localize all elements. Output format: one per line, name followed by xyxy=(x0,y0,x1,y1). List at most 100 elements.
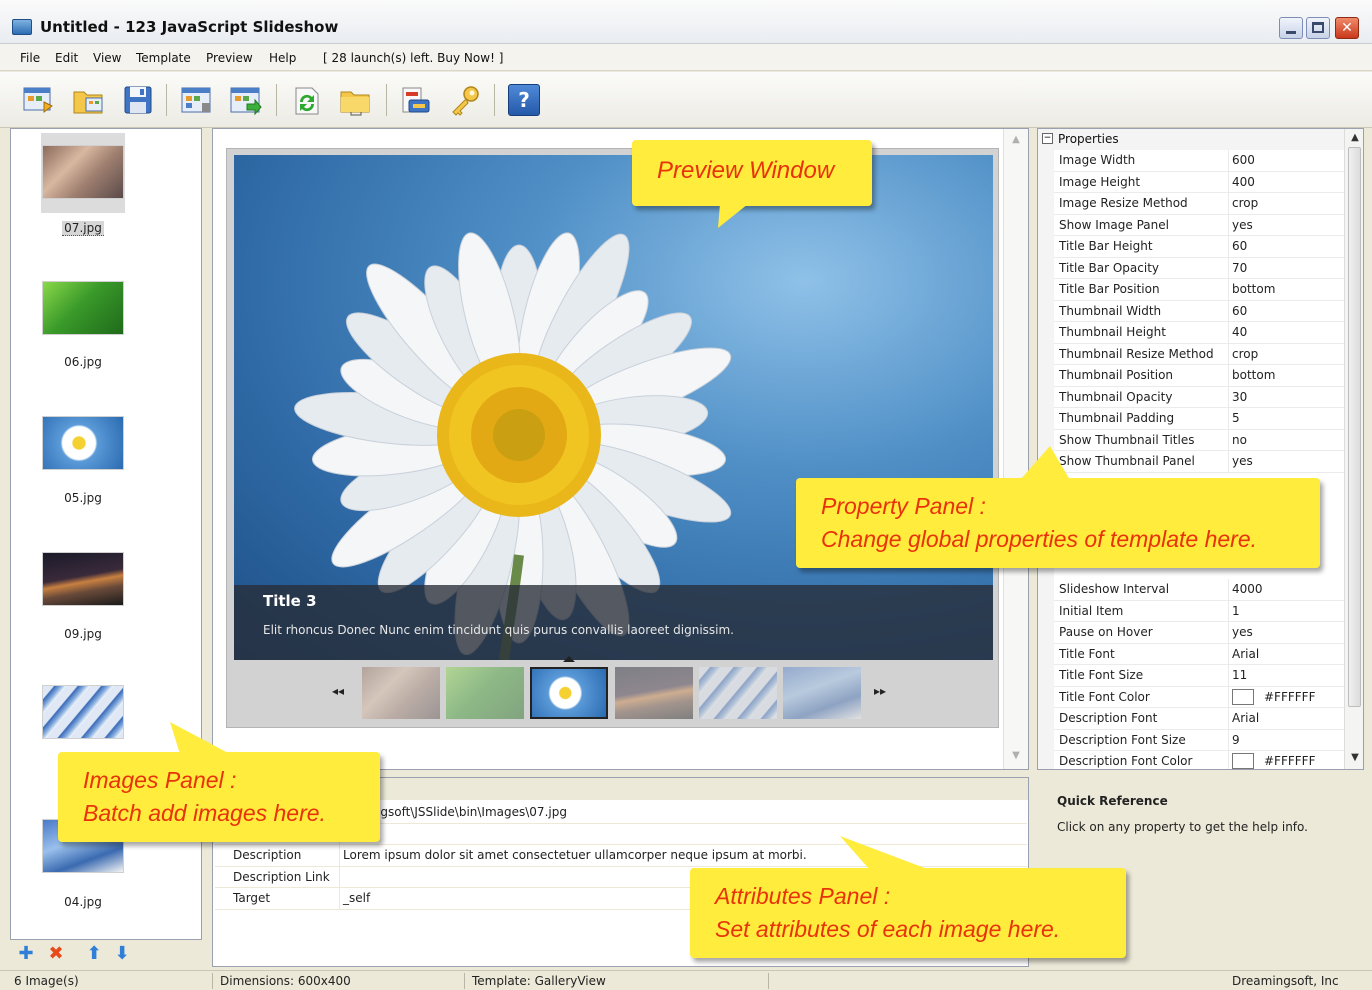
refresh-button[interactable] xyxy=(288,81,326,119)
property-value[interactable]: 30 xyxy=(1232,390,1247,404)
property-value[interactable]: 5 xyxy=(1232,411,1240,425)
property-value[interactable]: 60 xyxy=(1232,239,1247,253)
property-value[interactable]: yes xyxy=(1232,454,1253,468)
attribute-value[interactable]: Lorem ipsum dolor sit amet consectetuer … xyxy=(343,848,807,862)
color-swatch[interactable] xyxy=(1232,688,1254,705)
strip-thumbnail[interactable] xyxy=(699,667,777,719)
menu-help[interactable]: Help xyxy=(269,51,296,65)
menu-file[interactable]: File xyxy=(20,51,40,65)
properties-scrollbar[interactable]: ▲ ▼ xyxy=(1344,129,1363,769)
property-row[interactable]: Title Font Color #FFFFFF xyxy=(1054,686,1344,708)
slide-image[interactable]: Title 3 Elit rhoncus Donec Nunc enim tin… xyxy=(234,155,993,660)
color-swatch[interactable] xyxy=(1232,753,1254,769)
minimize-button[interactable] xyxy=(1279,17,1303,39)
property-row[interactable]: Initial Item 1 xyxy=(1054,600,1344,622)
property-row[interactable]: Thumbnail Height 40 xyxy=(1054,322,1344,344)
help-button[interactable]: ? xyxy=(505,81,543,119)
toolbar-separator xyxy=(386,84,387,116)
property-value[interactable]: 60 xyxy=(1232,304,1247,318)
property-value[interactable]: #FFFFFF xyxy=(1264,754,1315,768)
menu-template[interactable]: Template xyxy=(136,51,191,65)
property-row[interactable]: Image Width 600 xyxy=(1054,150,1344,172)
publish-button[interactable] xyxy=(397,81,435,119)
scrollbar-thumb[interactable] xyxy=(1348,147,1361,707)
strip-thumbnail[interactable] xyxy=(615,667,693,719)
property-value[interactable]: 1 xyxy=(1232,604,1240,618)
property-value[interactable]: 40 xyxy=(1232,325,1247,339)
image-list-item[interactable]: 09.jpg xyxy=(11,543,201,673)
property-row[interactable]: Slideshow Interval 4000 xyxy=(1054,579,1344,601)
thumbnail-strip: ◂◂ ▸▸ xyxy=(234,656,993,724)
property-row[interactable]: Title Font Size 11 xyxy=(1054,665,1344,687)
property-row[interactable]: Pause on Hover yes xyxy=(1054,622,1344,644)
property-value[interactable]: crop xyxy=(1232,196,1258,210)
slide-description: Elit rhoncus Donec Nunc enim tincidunt q… xyxy=(263,623,734,637)
property-row[interactable]: Title Bar Position bottom xyxy=(1054,279,1344,301)
property-value[interactable]: 9 xyxy=(1232,733,1240,747)
next-thumbnails-icon[interactable]: ▸▸ xyxy=(874,684,886,698)
property-value[interactable]: 11 xyxy=(1232,668,1247,682)
menu-preview[interactable]: Preview xyxy=(206,51,253,65)
property-value[interactable]: bottom xyxy=(1232,282,1275,296)
scroll-up-icon[interactable]: ▲ xyxy=(1009,133,1023,147)
property-row[interactable]: Description Font Color #FFFFFF xyxy=(1054,751,1344,769)
save-project-button[interactable] xyxy=(119,81,157,119)
property-value[interactable]: crop xyxy=(1232,347,1258,361)
close-button[interactable]: ✕ xyxy=(1335,17,1359,39)
property-value[interactable]: Arial xyxy=(1232,647,1259,661)
property-row[interactable]: Image Resize Method crop xyxy=(1054,193,1344,215)
collapse-icon[interactable]: − xyxy=(1042,133,1053,144)
new-project-button[interactable] xyxy=(20,81,58,119)
property-value[interactable]: yes xyxy=(1232,218,1253,232)
image-list-item[interactable]: 06.jpg xyxy=(11,271,201,401)
properties-header[interactable]: − Properties xyxy=(1038,129,1344,150)
property-row[interactable]: Title Font Arial xyxy=(1054,643,1344,665)
property-row[interactable]: Thumbnail Position bottom xyxy=(1054,365,1344,387)
property-row[interactable]: Title Bar Height 60 xyxy=(1054,236,1344,258)
property-value[interactable]: #FFFFFF xyxy=(1264,690,1315,704)
maximize-button[interactable] xyxy=(1306,17,1330,39)
property-row[interactable]: Description Font Size 9 xyxy=(1054,729,1344,751)
scroll-up-icon[interactable]: ▲ xyxy=(1348,131,1362,145)
property-row[interactable]: Show Image Panel yes xyxy=(1054,214,1344,236)
template-button[interactable] xyxy=(178,81,216,119)
property-row[interactable]: Description Font Arial xyxy=(1054,708,1344,730)
strip-thumbnail[interactable] xyxy=(446,667,524,719)
property-value[interactable]: bottom xyxy=(1232,368,1275,382)
delete-image-button[interactable]: ✖ xyxy=(46,944,66,964)
scroll-down-icon[interactable]: ▼ xyxy=(1009,749,1023,763)
property-row[interactable]: Show Thumbnail Titles no xyxy=(1054,429,1344,451)
output-folder-button[interactable] xyxy=(337,81,375,119)
open-project-button[interactable] xyxy=(70,81,108,119)
property-row[interactable]: Thumbnail Padding 5 xyxy=(1054,408,1344,430)
property-row[interactable]: Thumbnail Opacity 30 xyxy=(1054,386,1344,408)
property-value[interactable]: Arial xyxy=(1232,711,1259,725)
move-up-button[interactable]: ⬆ xyxy=(84,944,104,964)
move-down-button[interactable]: ⬇ xyxy=(112,944,132,964)
property-value[interactable]: 4000 xyxy=(1232,582,1263,596)
export-button[interactable] xyxy=(227,81,265,119)
property-value[interactable]: 400 xyxy=(1232,175,1255,189)
property-value[interactable]: 70 xyxy=(1232,261,1247,275)
strip-thumbnail-active[interactable] xyxy=(530,667,608,719)
property-row[interactable]: Title Bar Opacity 70 xyxy=(1054,257,1344,279)
property-value[interactable]: no xyxy=(1232,433,1247,447)
menu-view[interactable]: View xyxy=(93,51,121,65)
property-row[interactable]: Thumbnail Resize Method crop xyxy=(1054,343,1344,365)
strip-thumbnail[interactable] xyxy=(362,667,440,719)
image-list-item[interactable]: 07.jpg xyxy=(11,133,201,265)
property-row[interactable]: Image Height 400 xyxy=(1054,171,1344,193)
register-button[interactable] xyxy=(446,81,484,119)
buy-now-link[interactable]: [ 28 launch(s) left. Buy Now! ] xyxy=(323,51,503,65)
property-value[interactable]: 600 xyxy=(1232,153,1255,167)
strip-thumbnail[interactable] xyxy=(783,667,861,719)
add-image-button[interactable]: ✚ xyxy=(16,944,36,964)
scroll-down-icon[interactable]: ▼ xyxy=(1348,751,1362,765)
previous-thumbnails-icon[interactable]: ◂◂ xyxy=(332,684,344,698)
property-value[interactable]: yes xyxy=(1232,625,1253,639)
image-list-item[interactable]: 05.jpg xyxy=(11,407,201,537)
property-row[interactable]: Thumbnail Width 60 xyxy=(1054,300,1344,322)
menu-edit[interactable]: Edit xyxy=(55,51,78,65)
attribute-value[interactable]: _self xyxy=(343,891,370,905)
property-row[interactable]: Show Thumbnail Panel yes xyxy=(1054,451,1344,473)
